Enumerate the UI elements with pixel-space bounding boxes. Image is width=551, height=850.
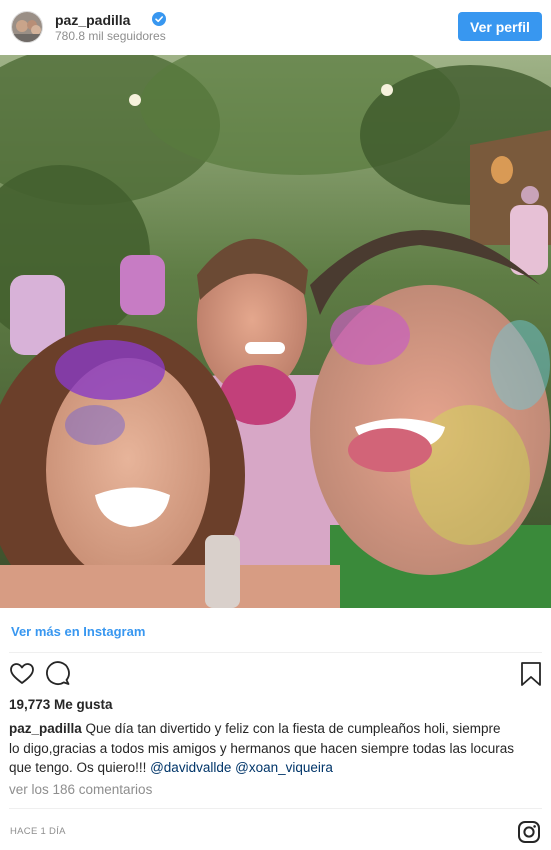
avatar[interactable] xyxy=(11,11,43,43)
mention-link[interactable]: @davidvallde xyxy=(150,760,231,775)
divider xyxy=(9,652,542,653)
caption-username[interactable]: paz_padilla xyxy=(9,721,82,736)
divider xyxy=(9,808,542,809)
view-more-on-instagram-link[interactable]: Ver más en Instagram xyxy=(11,624,145,639)
mention-link[interactable]: @xoan_viqueira xyxy=(235,760,333,775)
comment-bubble-icon[interactable] xyxy=(45,661,71,687)
post-timestamp: HACE 1 DÍA xyxy=(10,826,66,837)
caption-text-line-1: Que día tan divertido y feliz con la fie… xyxy=(81,721,501,736)
holi-selfie-image xyxy=(0,55,551,608)
heart-icon[interactable] xyxy=(9,661,35,687)
view-comments-link[interactable]: ver los 186 comentarios xyxy=(9,782,152,797)
caption-text-line-2: lo digo,gracias a todos mis amigos y her… xyxy=(9,740,515,756)
verified-badge-icon xyxy=(152,12,166,26)
avatar-image xyxy=(12,12,42,42)
post-photo[interactable] xyxy=(0,55,551,608)
post-header: paz_padilla 780.8 mil seguidores Ver per… xyxy=(0,0,551,55)
caption-text-line-3: que tengo. Os quiero!!! xyxy=(9,760,151,775)
follower-count: 780.8 mil seguidores xyxy=(55,29,166,43)
like-count[interactable]: 19,773 Me gusta xyxy=(9,697,113,712)
bookmark-icon[interactable] xyxy=(518,661,544,687)
instagram-logo-icon[interactable] xyxy=(517,820,541,844)
view-profile-button[interactable]: Ver perfil xyxy=(458,12,542,41)
post-caption: paz_padilla Que día tan divertido y feli… xyxy=(9,719,544,778)
profile-username[interactable]: paz_padilla xyxy=(55,12,130,28)
